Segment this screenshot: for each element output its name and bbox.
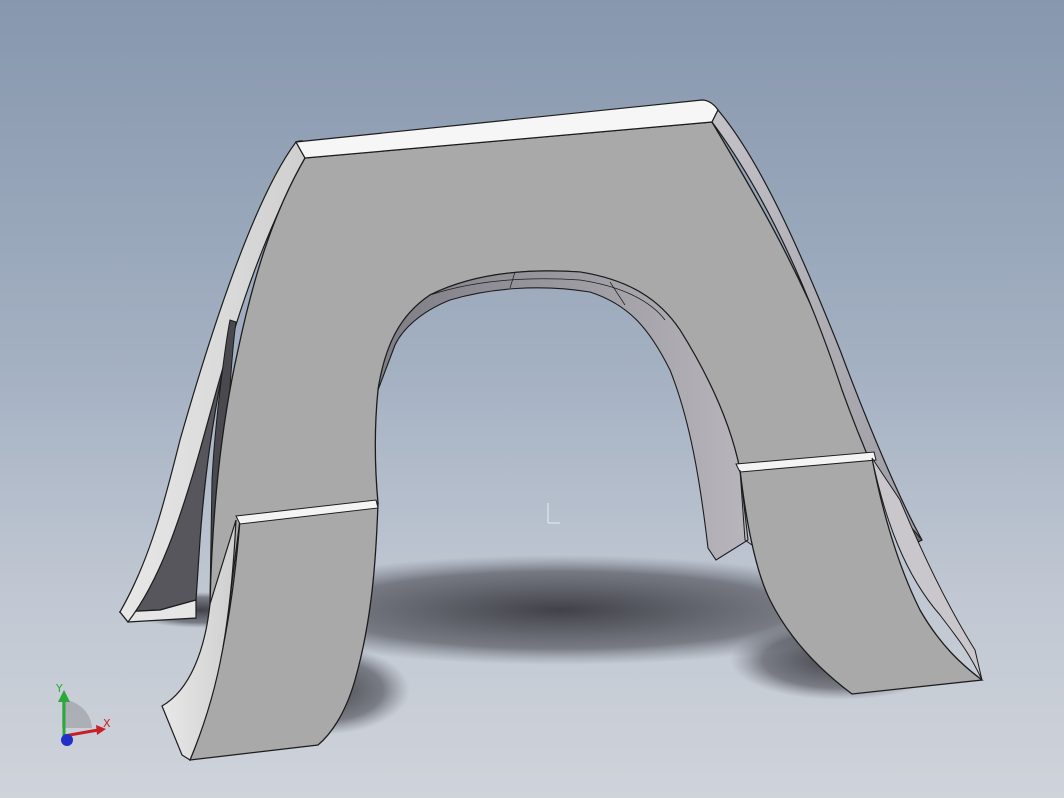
origin-marker-icon	[547, 503, 560, 524]
y-axis-label: Y	[55, 682, 63, 695]
3d-model-view[interactable]: Y X	[0, 0, 1064, 798]
axis-triad-icon[interactable]: Y X	[55, 682, 111, 746]
x-axis-label: X	[103, 717, 111, 730]
graphics-viewport[interactable]: Y X	[0, 0, 1064, 798]
